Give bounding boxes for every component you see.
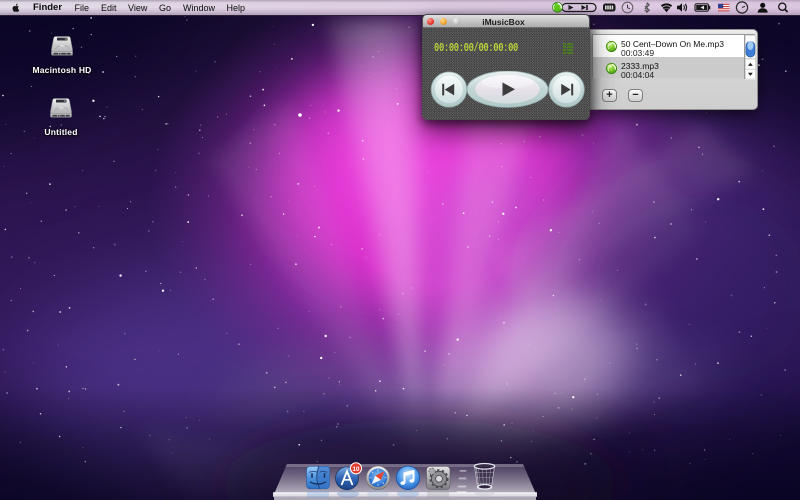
svg-text:10: 10 — [353, 466, 360, 473]
